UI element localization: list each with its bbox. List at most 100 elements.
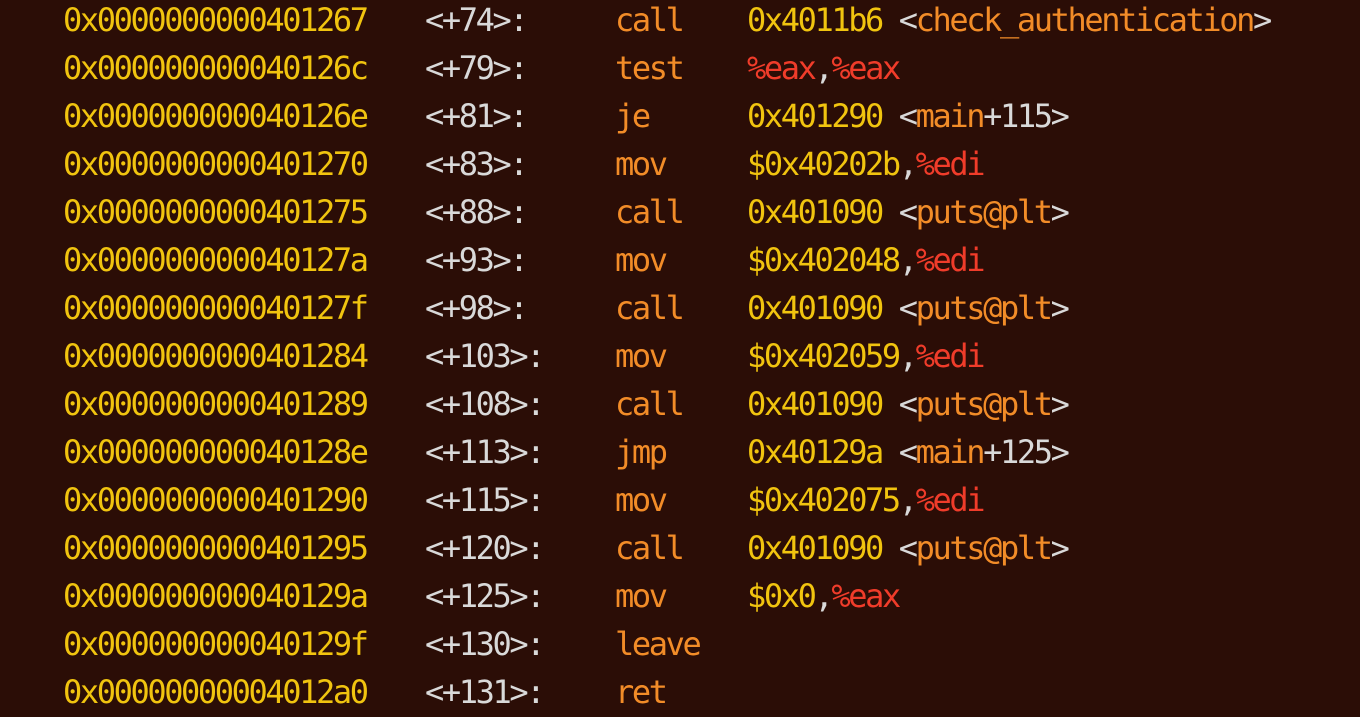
instruction-mnemonic: leave (615, 625, 702, 663)
instruction-mnemonic: call (615, 385, 685, 423)
operand-number: $0x402075 (747, 481, 901, 519)
operand-punctuation: > (1050, 193, 1070, 231)
operand-symbol: check_authentication (915, 1, 1256, 39)
operand-register: %edi (915, 145, 986, 183)
operand-punctuation: > (1050, 385, 1070, 423)
instruction-operands: 0x401090 <puts@plt> (747, 524, 1070, 572)
operand-punctuation: , (898, 145, 918, 183)
operand-symbol: puts@plt (915, 193, 1053, 231)
terminal-window[interactable]: 0x0000000000401267 <+74>: call 0x4011b6 <ch… (0, 0, 1360, 717)
operand-number: 0x401090 (747, 193, 884, 231)
operand-register: %eax (747, 49, 817, 87)
instruction-address: 0x000000000040127a (63, 241, 369, 279)
operand-punctuation: < (881, 97, 918, 135)
instruction-offset: <+79>: (425, 49, 529, 87)
operand-punctuation: , (898, 481, 918, 519)
instruction-address: 0x0000000000401270 (63, 145, 369, 183)
operand-symbol: puts@plt (915, 529, 1053, 567)
operand-number: 0x401290 (747, 97, 884, 135)
operand-punctuation: , (814, 49, 833, 87)
instruction-mnemonic: je (615, 97, 651, 135)
operand-punctuation: > (1050, 529, 1070, 567)
instruction-address: 0x0000000000401290 (63, 481, 369, 519)
operand-register: %eax (831, 49, 901, 87)
instruction-address: 0x0000000000401295 (63, 529, 369, 567)
instruction-address: 0x000000000040126e (63, 97, 369, 135)
instruction-mnemonic: mov (615, 241, 668, 279)
operand-number: 0x4011b6 (747, 1, 884, 39)
instruction-offset: <+83>: (425, 145, 529, 183)
operand-punctuation: , (898, 337, 918, 375)
operand-punctuation: > (1253, 1, 1272, 39)
operand-punctuation: < (881, 385, 918, 423)
instruction-offset: <+131>: (425, 673, 545, 711)
instruction-mnemonic: mov (615, 337, 668, 375)
instruction-operands: 0x4011b6 <check_authentication> (747, 0, 1272, 44)
instruction-mnemonic: call (615, 193, 685, 231)
instruction-address: 0x00000000004012a0 (63, 673, 369, 711)
instruction-address: 0x0000000000401289 (63, 385, 369, 423)
operand-symbol: puts@plt (915, 385, 1053, 423)
instruction-address: 0x000000000040129a (63, 577, 369, 615)
instruction-mnemonic: call (615, 529, 685, 567)
instruction-address: 0x0000000000401267 (63, 1, 369, 39)
operand-punctuation: < (881, 1, 918, 39)
instruction-mnemonic: ret (615, 673, 668, 711)
operand-number: $0x402048 (747, 241, 901, 279)
instruction-offset: <+98>: (425, 289, 529, 327)
operand-number: 0x40129a (747, 433, 884, 471)
operand-number: 0x401090 (747, 529, 884, 567)
operand-number: 0x401090 (747, 289, 884, 327)
operand-number: $0x40202b (747, 145, 901, 183)
operand-punctuation: < (881, 289, 918, 327)
instruction-operands: 0x401090 <puts@plt> (747, 380, 1070, 428)
instruction-offset: <+130>: (425, 625, 545, 663)
instruction-mnemonic: mov (615, 577, 668, 615)
operand-symbol: main (915, 97, 986, 135)
instruction-address: 0x000000000040129f (63, 625, 369, 663)
operand-punctuation: > (1050, 289, 1070, 327)
operand-register: %edi (915, 337, 986, 375)
operand-register: %edi (915, 241, 986, 279)
instruction-operands: %eax,%eax (747, 44, 901, 92)
operand-register: %eax (831, 577, 901, 615)
operand-punctuation: < (881, 433, 918, 471)
instruction-offset: <+88>: (425, 193, 529, 231)
operand-punctuation: , (814, 577, 833, 615)
instruction-offset: <+81>: (425, 97, 529, 135)
operand-punctuation: < (881, 529, 918, 567)
operand-punctuation: +115> (983, 97, 1070, 135)
instruction-operands: 0x40129a <main+125> (747, 428, 1070, 476)
instruction-operands: 0x401090 <puts@plt> (747, 188, 1070, 236)
operand-register: %edi (915, 481, 986, 519)
operand-symbol: puts@plt (915, 289, 1053, 327)
instruction-offset: <+103>: (425, 337, 545, 375)
operand-number: $0x0 (747, 577, 817, 615)
operand-punctuation: , (898, 241, 918, 279)
instruction-operands: 0x401090 <puts@plt> (747, 284, 1070, 332)
instruction-address: 0x0000000000401284 (63, 337, 369, 375)
instruction-mnemonic: jmp (615, 433, 668, 471)
instruction-mnemonic: mov (615, 481, 668, 519)
instruction-operands: $0x40202b,%edi (747, 140, 986, 188)
instruction-offset: <+93>: (425, 241, 529, 279)
instruction-mnemonic: call (615, 1, 685, 39)
instruction-address: 0x000000000040128e (63, 433, 369, 471)
operand-number: $0x402059 (747, 337, 901, 375)
instruction-mnemonic: call (615, 289, 685, 327)
instruction-offset: <+74>: (425, 1, 529, 39)
instruction-offset: <+120>: (425, 529, 545, 567)
instruction-address: 0x000000000040127f (63, 289, 369, 327)
instruction-offset: <+115>: (425, 481, 545, 519)
operand-symbol: main (915, 433, 986, 471)
instruction-offset: <+113>: (425, 433, 545, 471)
instruction-mnemonic: mov (615, 145, 668, 183)
instruction-operands: $0x0,%eax (747, 572, 901, 620)
instruction-operands: 0x401290 <main+115> (747, 92, 1070, 140)
operand-number: 0x401090 (747, 385, 884, 423)
operand-punctuation: < (881, 193, 918, 231)
instruction-operands: $0x402059,%edi (747, 332, 986, 380)
instruction-offset: <+125>: (425, 577, 545, 615)
operand-punctuation: +125> (983, 433, 1070, 471)
instruction-mnemonic: test (615, 49, 685, 87)
